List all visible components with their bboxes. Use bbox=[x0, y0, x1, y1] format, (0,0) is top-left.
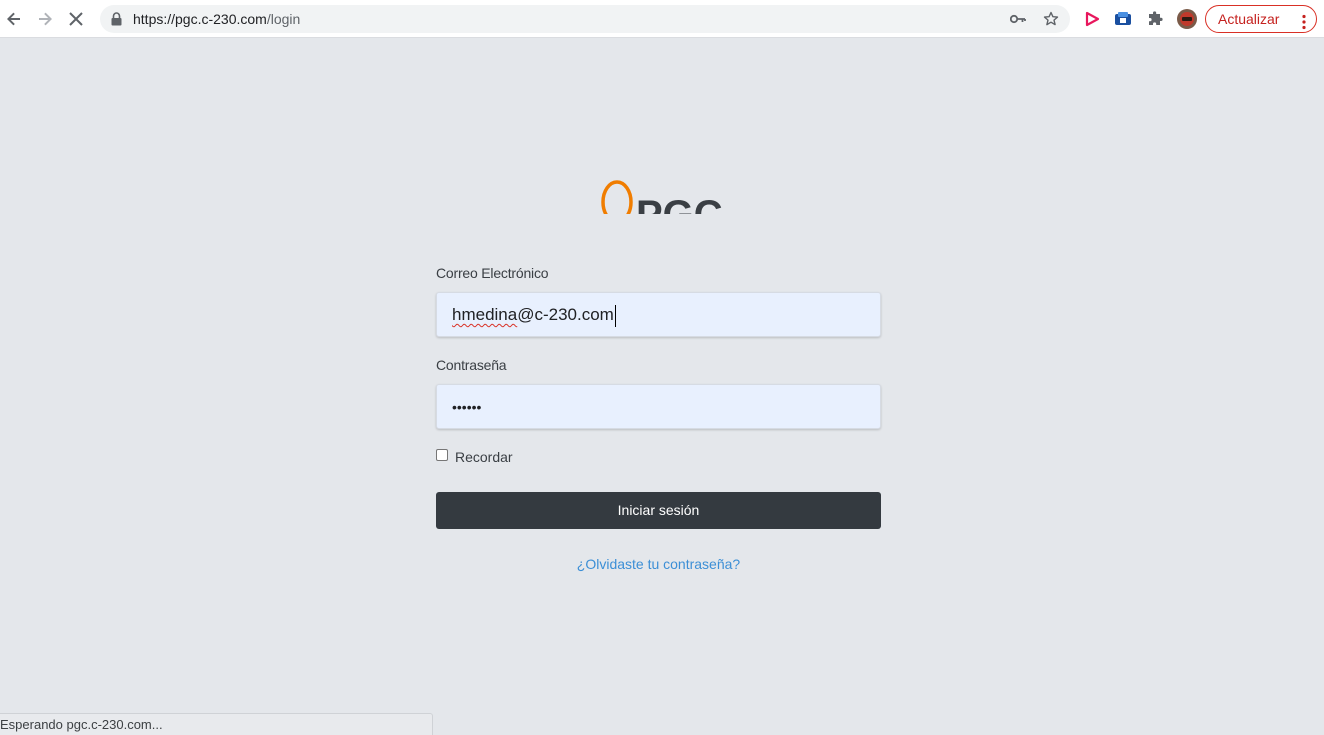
password-label: Contraseña bbox=[436, 357, 507, 373]
email-label: Correo Electrónico bbox=[436, 265, 549, 281]
remember-checkbox[interactable] bbox=[436, 449, 448, 461]
puzzle-icon[interactable] bbox=[1141, 5, 1169, 33]
star-icon[interactable] bbox=[1042, 10, 1060, 28]
text-caret bbox=[614, 304, 616, 327]
logo-text: PGC bbox=[636, 193, 723, 214]
update-button[interactable]: Actualizar bbox=[1205, 5, 1317, 33]
profile-avatar[interactable] bbox=[1173, 5, 1201, 33]
forward-icon[interactable] bbox=[31, 5, 59, 33]
address-bar[interactable]: https://pgc.c-230.com/login bbox=[100, 5, 1070, 33]
email-value-misspelled: hmedina bbox=[452, 305, 518, 324]
remember-label[interactable]: Recordar bbox=[455, 449, 513, 465]
menu-dots-icon[interactable] bbox=[1302, 12, 1306, 38]
browser-toolbar: https://pgc.c-230.com/login Actualizar bbox=[0, 0, 1324, 38]
url-host: https://pgc.c-230.com bbox=[133, 11, 267, 27]
back-icon[interactable] bbox=[0, 5, 28, 33]
pgc-logo: PGC bbox=[600, 178, 730, 214]
stop-loading-icon[interactable] bbox=[62, 5, 90, 33]
password-field[interactable]: •••••• bbox=[436, 384, 881, 429]
url-text: https://pgc.c-230.com/login bbox=[133, 5, 300, 33]
url-path: /login bbox=[266, 11, 301, 27]
status-bar: Esperando pgc.c-230.com... bbox=[0, 713, 433, 735]
extension-cube-icon[interactable] bbox=[1109, 5, 1137, 33]
lock-icon[interactable] bbox=[111, 12, 122, 31]
password-value: •••••• bbox=[452, 399, 482, 415]
login-button[interactable]: Iniciar sesión bbox=[436, 492, 881, 529]
email-field[interactable]: hmedina@c-230.com bbox=[436, 292, 881, 337]
extension-play-icon[interactable] bbox=[1078, 5, 1106, 33]
email-value-domain: @c-230.com bbox=[517, 305, 614, 324]
key-icon[interactable] bbox=[1009, 10, 1027, 28]
forgot-password-link[interactable]: ¿Olvidaste tu contraseña? bbox=[436, 556, 881, 572]
update-label: Actualizar bbox=[1218, 11, 1280, 27]
